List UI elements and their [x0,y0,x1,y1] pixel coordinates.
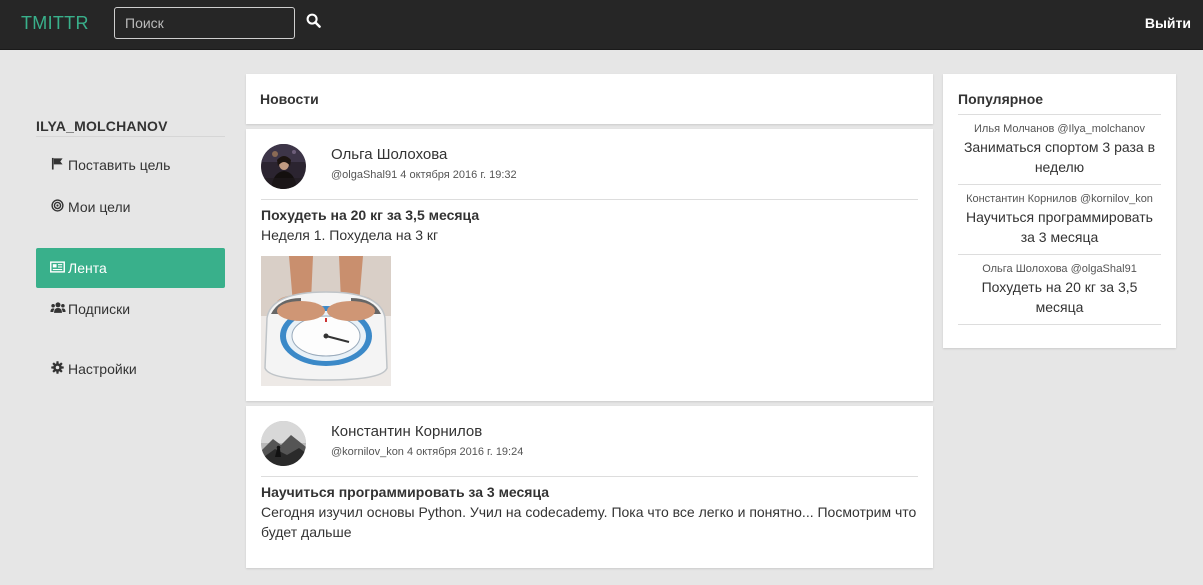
avatar[interactable] [261,144,306,189]
post-title[interactable]: Похудеть на 20 кг за 3,5 месяца [261,207,479,223]
popular-title: Популярное [958,91,1044,107]
divider [261,476,918,477]
post-author[interactable]: Константин Корнилов [331,423,482,440]
logout-button[interactable]: Выйти [1145,15,1191,31]
popular-list: Илья Молчанов @Ilya_molchanov Заниматься… [958,114,1161,325]
flag-icon [50,145,65,185]
avatar[interactable] [261,421,306,466]
newspaper-icon [50,248,65,288]
popular-item-user[interactable]: Константин Корнилов @kornilov_kon [960,193,1159,205]
divider [261,199,918,200]
feed-post: Константин Корнилов @kornilov_kon 4 октя… [246,406,933,568]
popular-item[interactable]: Илья Молчанов @Ilya_molchanov Заниматься… [958,115,1161,185]
gear-icon [50,349,65,389]
users-icon [50,289,66,329]
sidebar-item-label: Мои цели [68,199,131,215]
post-text: Сегодня изучил основы Python. Учил на co… [261,504,917,540]
sidebar-item-label: Лента [68,260,107,276]
popular-item-text[interactable]: Заниматься спортом 3 раза в неделю [960,137,1159,177]
popular-item-text[interactable]: Похудеть на 20 кг за 3,5 месяца [960,277,1159,317]
top-navbar: TMITTR Выйти [0,0,1203,50]
popular-item[interactable]: Константин Корнилов @kornilov_kon Научит… [958,185,1161,255]
post-text: Неделя 1. Похудела на 3 кг [261,227,439,243]
sidebar-item-label: Подписки [68,301,131,317]
page-title: Новости [260,91,319,107]
sidebar-item-label: Настройки [68,361,137,377]
sidebar-item-settings[interactable]: Настройки [36,349,225,389]
popular-item-text[interactable]: Научиться программировать за 3 месяца [960,207,1159,247]
post-meta: @kornilov_kon 4 октября 2016 г. 19:24 [331,446,524,458]
username: ILYA_MOLCHANOV [36,118,225,137]
search-input[interactable] [114,7,295,39]
popular-panel: Популярное Илья Молчанов @Ilya_molchanov… [943,74,1176,348]
post-meta: @olgaShal91 4 октября 2016 г. 19:32 [331,169,517,181]
sidebar-item-feed[interactable]: Лента [36,248,225,288]
feed-post: Ольга Шолохова @olgaShal91 4 октября 201… [246,129,933,401]
sidebar-item-label: Поставить цель [68,157,171,173]
feed-header: Новости [246,74,933,124]
popular-item-user[interactable]: Илья Молчанов @Ilya_molchanov [960,123,1159,135]
target-icon [50,187,65,227]
sidebar-item-subscriptions[interactable]: Подписки [36,289,225,329]
popular-item-user[interactable]: Ольга Шолохова @olgaShal91 [960,263,1159,275]
post-title[interactable]: Научиться программировать за 3 месяца [261,484,549,500]
post-image-scale[interactable] [261,256,391,386]
search-icon[interactable] [306,13,324,31]
sidebar: ILYA_MOLCHANOV Поставить цель Мои цели Л… [36,118,225,377]
popular-item[interactable]: Ольга Шолохова @olgaShal91 Похудеть на 2… [958,255,1161,325]
post-author[interactable]: Ольга Шолохова [331,146,447,163]
brand-logo[interactable]: TMITTR [21,13,89,34]
sidebar-item-my-goals[interactable]: Мои цели [36,187,225,227]
sidebar-item-set-goal[interactable]: Поставить цель [36,145,225,185]
